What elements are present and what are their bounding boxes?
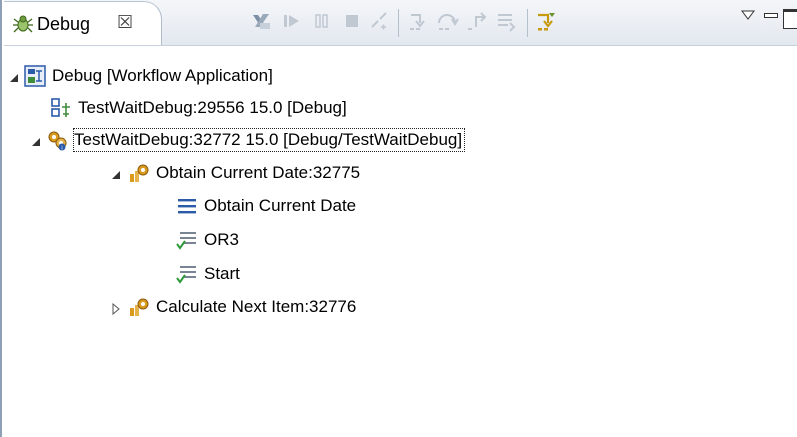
stack-frame-current-icon (178, 199, 196, 214)
step-into-icon[interactable] (406, 9, 430, 33)
tree-item-label: Start (204, 264, 240, 283)
toolbar-separator (527, 9, 528, 37)
workflow-thread-icon (130, 298, 149, 316)
tree-item-stack-frame[interactable]: Obtain Current Date (176, 190, 356, 222)
debug-view-tab[interactable]: Debug ☒ (4, 1, 162, 45)
workflow-thread-icon (130, 164, 149, 182)
tree-item-stack-frame[interactable]: OR3 (176, 224, 239, 256)
debug-view: Debug ☒ Debug [Workflow Application] Tes… (0, 0, 797, 437)
debug-tree: Debug [Workflow Application] TestWaitDeb… (4, 45, 797, 437)
tree-item-stack-frame[interactable]: Start (176, 258, 240, 290)
chevron-down-icon[interactable] (741, 10, 755, 20)
stack-frame-done-icon (176, 232, 196, 250)
tree-item-label: OR3 (204, 230, 239, 249)
tree-item-debug-target-selected[interactable]: i TestWaitDebug:32772 15.0 [Debug/TestWa… (46, 124, 466, 156)
terminate-icon[interactable] (340, 9, 364, 33)
view-header: Debug ☒ (4, 0, 797, 46)
tree-item-launch[interactable]: Debug [Workflow Application] (24, 60, 273, 92)
debug-target-running-icon: i (48, 131, 67, 151)
remove-terminated-icon[interactable] (250, 9, 274, 33)
tree-item-label: Obtain Current Date (204, 196, 357, 215)
close-icon[interactable]: ☒ (117, 12, 133, 33)
tree-item-label: TestWaitDebug:29556 15.0 [Debug] (78, 98, 347, 117)
tab-title: Debug (37, 14, 91, 34)
step-filters-icon[interactable] (534, 9, 558, 33)
step-return-icon[interactable] (466, 9, 490, 33)
minimize-icon[interactable] (764, 13, 778, 18)
disconnect-icon[interactable] (367, 9, 391, 33)
maximize-icon[interactable] (783, 9, 797, 29)
drop-to-frame-icon[interactable] (495, 9, 519, 33)
collapsed-triangle-icon[interactable] (110, 303, 122, 315)
toolbar-separator (398, 9, 399, 37)
suspend-icon[interactable] (310, 9, 334, 33)
debug-target-terminated-icon (51, 98, 70, 117)
tree-item-label: Calculate Next Item:32776 (156, 297, 357, 316)
expanded-triangle-icon[interactable] (110, 169, 122, 181)
tree-item-debug-target[interactable]: TestWaitDebug:29556 15.0 [Debug] (50, 92, 347, 124)
debug-bug-icon (13, 15, 33, 33)
tree-item-label: Debug [Workflow Application] (52, 66, 273, 85)
tree-item-label: TestWaitDebug:32772 15.0 [Debug/TestWait… (72, 128, 466, 152)
step-over-icon[interactable] (435, 9, 459, 33)
tree-item-thread[interactable]: Calculate Next Item:32776 (128, 291, 356, 323)
tree-item-thread[interactable]: Obtain Current Date:32775 (128, 157, 360, 189)
resume-icon[interactable] (280, 9, 304, 33)
expanded-triangle-icon[interactable] (8, 72, 20, 84)
expanded-triangle-icon[interactable] (30, 136, 42, 148)
tree-item-label: Obtain Current Date:32775 (156, 163, 361, 182)
stack-frame-done-icon (176, 266, 196, 284)
launch-config-icon (24, 65, 46, 87)
